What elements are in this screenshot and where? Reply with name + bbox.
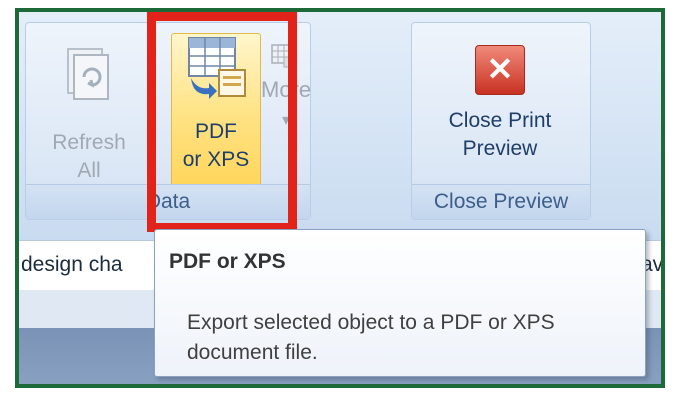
close-preview-group-label: Close Preview — [412, 184, 590, 219]
close-icon: ✕ — [475, 45, 525, 95]
close-print-preview-label: Close Print Preview — [448, 109, 552, 160]
close-print-preview-button[interactable]: ✕ Close Print Preview — [420, 45, 580, 163]
close-preview-group: ✕ Close Print Preview Close Preview — [411, 22, 591, 220]
screenshot-frame: Refresh All PDF or XPS More ▾ Data ✕ Clo… — [15, 8, 665, 388]
refresh-all-button[interactable]: Refresh All — [36, 45, 142, 185]
refresh-all-label: Refresh All — [52, 131, 126, 182]
tooltip-title: PDF or XPS — [169, 250, 286, 273]
tooltip-description: Export selected object to a PDF or XPS d… — [187, 311, 555, 364]
highlight-box — [147, 12, 297, 232]
refresh-icon — [58, 48, 120, 112]
ribbon: Refresh All PDF or XPS More ▾ Data ✕ Clo… — [19, 12, 661, 240]
tooltip: PDF or XPS Export selected object to a P… — [154, 229, 646, 377]
content-text-left: design cha — [21, 253, 123, 276]
